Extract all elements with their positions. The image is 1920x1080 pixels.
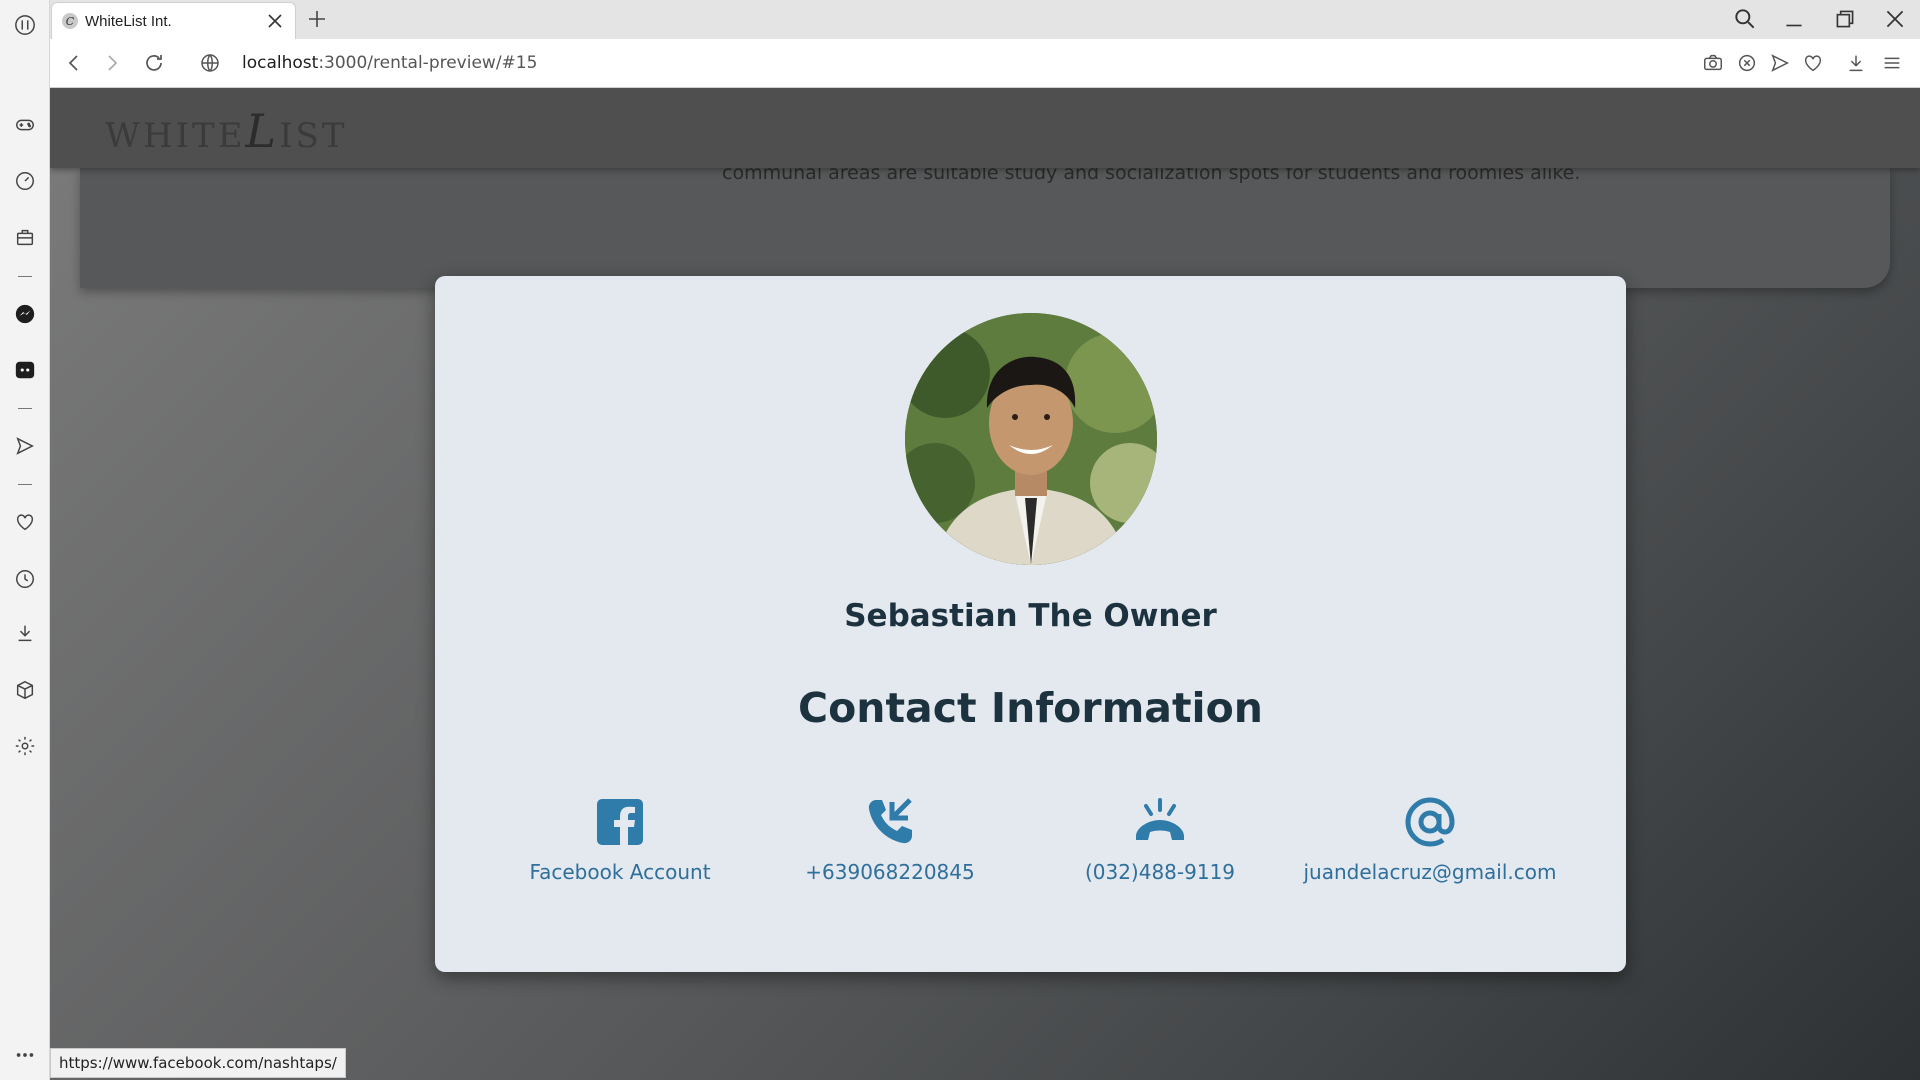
- phone-call-icon: [864, 796, 916, 848]
- owner-contact-modal: Sebastian The Owner Contact Information …: [435, 276, 1626, 972]
- more-options-icon[interactable]: [12, 1042, 38, 1068]
- settings-gear-icon[interactable]: [12, 733, 38, 759]
- briefcase-icon[interactable]: [12, 224, 38, 250]
- site-logo[interactable]: WHITELIST: [105, 104, 347, 158]
- tab-favicon-icon: C: [62, 13, 78, 29]
- discord-icon[interactable]: [12, 357, 38, 383]
- owner-name: Sebastian The Owner: [844, 598, 1217, 634]
- restore-icon[interactable]: [1832, 6, 1858, 32]
- contact-email[interactable]: juandelacruz@gmail.com: [1300, 796, 1560, 884]
- at-sign-icon: [1404, 796, 1456, 848]
- owner-avatar: [905, 313, 1157, 565]
- block-icon[interactable]: [1736, 52, 1758, 74]
- close-window-icon[interactable]: [1882, 6, 1908, 32]
- close-tab-icon[interactable]: [265, 11, 285, 31]
- contact-telephone[interactable]: (032)488-9119: [1030, 796, 1290, 884]
- sidebar-divider: [18, 484, 32, 485]
- gamepad-icon[interactable]: [12, 112, 38, 138]
- tab-title: WhiteList Int.: [85, 12, 172, 30]
- contact-label: (032)488-9119: [1084, 860, 1236, 884]
- contact-list: Facebook Account +639068220845 (032)488-…: [435, 796, 1626, 896]
- box-icon[interactable]: [12, 677, 38, 703]
- contact-label: Facebook Account: [529, 860, 711, 884]
- minimize-icon[interactable]: [1781, 6, 1807, 32]
- url-path: :3000/rental-preview/#15: [318, 53, 538, 73]
- messenger-icon[interactable]: [12, 301, 38, 327]
- logo-prefix: WHITE: [105, 116, 246, 156]
- easy-setup-menu-icon[interactable]: [1881, 52, 1903, 74]
- contact-label: juandelacruz@gmail.com: [1303, 860, 1557, 884]
- listing-card-background: [80, 168, 1890, 288]
- share-send-icon[interactable]: [1769, 52, 1791, 74]
- browser-logo-icon[interactable]: [12, 12, 38, 38]
- contact-mobile[interactable]: +639068220845: [760, 796, 1020, 884]
- sidebar-divider: [18, 408, 32, 409]
- contact-information-heading: Contact Information: [798, 684, 1263, 732]
- browser-tab[interactable]: C WhiteList Int.: [51, 2, 296, 39]
- downloads-icon[interactable]: [1845, 52, 1867, 74]
- camera-icon[interactable]: [1702, 52, 1724, 74]
- sidebar-divider: [18, 276, 32, 277]
- logo-initial: L: [245, 104, 280, 158]
- back-arrow-icon[interactable]: [62, 51, 86, 75]
- url-field[interactable]: localhost:3000/rental-preview/#15: [242, 53, 537, 73]
- tab-bar: C WhiteList Int.: [50, 0, 1920, 39]
- bookmark-heart-icon[interactable]: [1802, 52, 1824, 74]
- forward-arrow-icon[interactable]: [100, 51, 124, 75]
- site-info-globe-icon[interactable]: [198, 51, 222, 75]
- reload-icon[interactable]: [142, 51, 166, 75]
- address-bar: localhost:3000/rental-preview/#15: [50, 39, 1920, 88]
- history-clock-icon[interactable]: [12, 566, 38, 592]
- contact-label: +639068220845: [805, 860, 975, 884]
- url-host: localhost: [242, 53, 319, 73]
- new-tab-icon[interactable]: [305, 7, 329, 31]
- download-icon[interactable]: [12, 620, 38, 646]
- speed-dial-icon[interactable]: [12, 168, 38, 194]
- send-icon[interactable]: [12, 433, 38, 459]
- facebook-icon: [594, 796, 646, 848]
- logo-suffix: IST: [279, 116, 348, 156]
- link-status-bar: https://www.facebook.com/nashtaps/: [50, 1048, 346, 1078]
- heart-icon[interactable]: [12, 509, 38, 535]
- browser-sidebar: [0, 0, 50, 1080]
- contact-facebook[interactable]: Facebook Account: [490, 796, 750, 884]
- page-viewport: communal areas are suitable study and so…: [50, 88, 1920, 1080]
- telephone-ringing-icon: [1134, 796, 1186, 848]
- site-header: WHITELIST: [50, 88, 1920, 168]
- search-icon[interactable]: [1732, 6, 1758, 32]
